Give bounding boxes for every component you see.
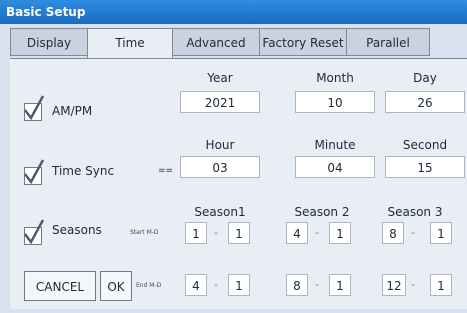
basic-setup-window: Basic Setup Display Time Advanced Factor… xyxy=(0,0,467,313)
tab-display[interactable]: Display xyxy=(10,28,88,56)
season2-start-month[interactable]: 4 xyxy=(286,222,308,244)
window-title: Basic Setup xyxy=(0,0,467,24)
season3-end-dash: - xyxy=(411,278,415,291)
season3-start-day[interactable]: 1 xyxy=(430,222,452,244)
checkmark-icon xyxy=(24,159,45,184)
tab-advanced[interactable]: Advanced xyxy=(172,28,260,56)
day-field[interactable]: 26 xyxy=(385,91,465,113)
season2-start-dash: - xyxy=(315,226,319,239)
second-field[interactable]: 15 xyxy=(385,156,465,178)
tab-factory-reset[interactable]: Factory Reset xyxy=(259,28,347,56)
hour-header: Hour xyxy=(205,138,235,152)
hour-field[interactable]: 03 xyxy=(180,156,260,178)
second-header: Second xyxy=(402,138,448,152)
season3-header: Season 3 xyxy=(387,205,443,219)
minute-field[interactable]: 04 xyxy=(295,156,375,178)
season1-start-dash: - xyxy=(214,226,218,239)
day-header: Day xyxy=(413,71,437,85)
season3-end-day[interactable]: 1 xyxy=(430,274,452,296)
season2-start-day[interactable]: 1 xyxy=(329,222,351,244)
time-sync-checkbox[interactable] xyxy=(24,159,45,185)
season3-start-dash: - xyxy=(411,226,415,239)
cancel-button[interactable]: CANCEL xyxy=(24,271,96,301)
tab-parallel[interactable]: Parallel xyxy=(346,28,430,56)
season1-end-month[interactable]: 4 xyxy=(185,274,207,296)
month-header: Month xyxy=(316,71,354,85)
checkmark-icon xyxy=(24,219,45,244)
season1-start-day[interactable]: 1 xyxy=(228,222,250,244)
start-date-label: Start M-D xyxy=(130,229,159,236)
season3-end-month[interactable]: 12 xyxy=(382,274,406,296)
season1-end-dash: - xyxy=(214,278,218,291)
season1-start-month[interactable]: 1 xyxy=(185,222,207,244)
time-sync-label: Time Sync xyxy=(52,164,115,178)
minute-header: Minute xyxy=(314,138,356,152)
time-sync-separator: == xyxy=(158,166,174,176)
season2-end-dash: - xyxy=(315,278,319,291)
tab-time[interactable]: Time xyxy=(87,28,173,59)
checkmark-icon xyxy=(24,95,45,120)
season1-header: Season1 xyxy=(194,205,246,219)
ok-button[interactable]: OK xyxy=(100,271,132,301)
year-header: Year xyxy=(207,71,233,85)
season2-header: Season 2 xyxy=(294,205,350,219)
year-field[interactable]: 2021 xyxy=(180,91,260,113)
season2-end-month[interactable]: 8 xyxy=(286,274,308,296)
am-pm-label: AM/PM xyxy=(52,104,93,118)
month-field[interactable]: 10 xyxy=(295,91,375,113)
time-settings-panel: AM/PM Year 2021 Month 10 Day 26 Time Syn… xyxy=(10,58,467,309)
season3-start-month[interactable]: 8 xyxy=(382,222,404,244)
season2-end-day[interactable]: 1 xyxy=(329,274,351,296)
seasons-checkbox[interactable] xyxy=(24,219,45,245)
end-date-label: End M-D xyxy=(136,282,162,289)
seasons-label: Seasons xyxy=(52,223,102,237)
am-pm-checkbox[interactable] xyxy=(24,95,45,121)
season1-end-day[interactable]: 1 xyxy=(228,274,250,296)
